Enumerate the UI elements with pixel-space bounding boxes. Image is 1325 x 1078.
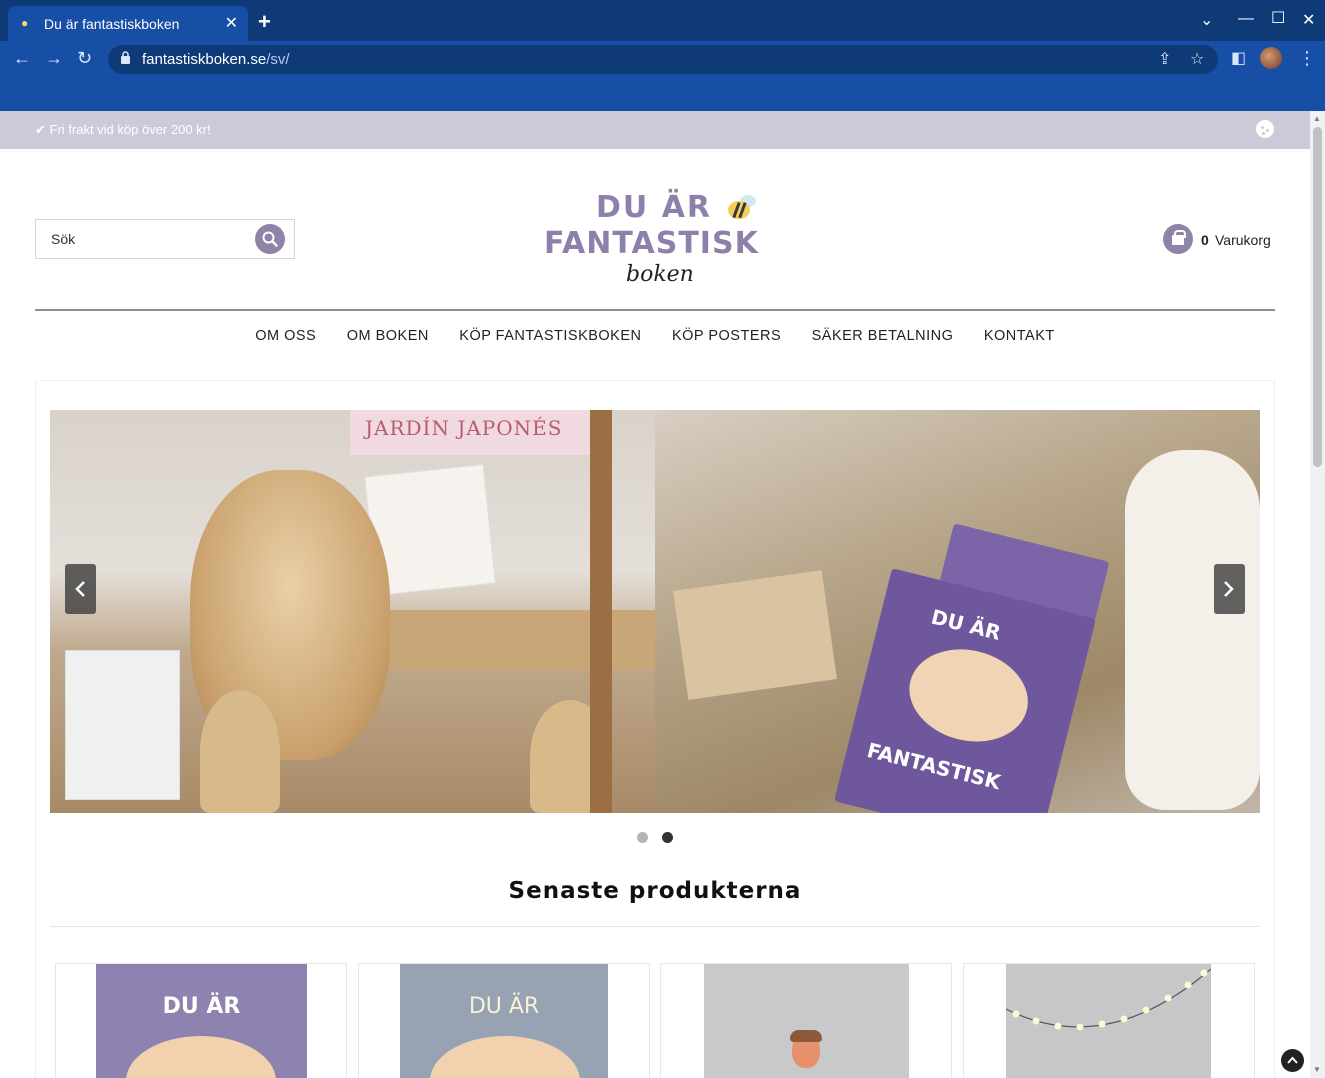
plush-bunny-shape [1125, 450, 1260, 810]
side-panel-icon[interactable]: ◧ [1231, 48, 1246, 68]
slider-prev-button[interactable] [65, 564, 96, 614]
slider-next-button[interactable] [1214, 564, 1245, 614]
product-card[interactable]: DU ÄR [358, 963, 650, 1078]
url-path: /sv/ [266, 51, 290, 68]
latest-products-title: Senaste produkterna [508, 878, 802, 904]
reload-icon[interactable]: ↻ [77, 48, 92, 69]
nav-item-om-boken[interactable]: OM BOKEN [347, 328, 429, 344]
nav-item-kop-posters[interactable]: KÖP POSTERS [672, 328, 781, 344]
cover-illustration [430, 1036, 580, 1078]
search-button[interactable] [255, 224, 285, 254]
logo-line-1: DU ÄR [596, 190, 713, 225]
promo-topbar: ✔ Fri frakt vid köp över 200 kr! [0, 111, 1310, 149]
product-card[interactable]: DU ÄR [55, 963, 347, 1078]
storage-bin-shape [65, 650, 180, 800]
chevron-up-icon [1287, 1056, 1298, 1064]
bookmark-star-icon[interactable]: ☆ [1190, 49, 1204, 69]
chevron-left-icon [75, 581, 85, 597]
book-title-top: DU ÄR [928, 604, 1004, 645]
cover-illustration [126, 1036, 276, 1078]
logo-line-3: boken [626, 262, 694, 287]
product-image[interactable] [704, 964, 909, 1078]
bee-icon: ● [21, 16, 29, 30]
wooden-blocks-shape [673, 570, 837, 700]
acorn-character-illustration [790, 1030, 822, 1068]
nav-item-saker-betalning[interactable]: SÄKER BETALNING [812, 328, 954, 344]
product-image[interactable] [1006, 964, 1211, 1078]
branch-shape [590, 410, 612, 813]
slider-dot-2[interactable] [662, 832, 673, 843]
chair-shape [200, 690, 280, 813]
new-tab-icon[interactable]: + [258, 9, 271, 35]
slide-photo-girl-reading: JARDÍN JAPONÉS [50, 410, 655, 813]
profile-avatar[interactable] [1260, 47, 1282, 69]
slide-photo-books: DU ÄR FANTASTISK [655, 410, 1260, 813]
tab-search-icon[interactable]: ⌄ [1200, 10, 1213, 30]
shopping-bag-icon [1163, 224, 1193, 254]
cover-text: DU ÄR [468, 994, 540, 1019]
chevron-right-icon [1224, 581, 1234, 597]
menu-kebab-icon[interactable]: ⋮ [1298, 48, 1316, 69]
browser-chrome: ● Du är fantastiskboken ✕ + ⌄ — ☐ ✕ ← → … [0, 0, 1325, 111]
free-shipping-message: ✔ Fri frakt vid köp över 200 kr! [35, 122, 211, 137]
search-box [35, 219, 295, 259]
scrollbar-thumb[interactable] [1313, 127, 1322, 467]
product-card[interactable] [660, 963, 952, 1078]
lock-icon [121, 51, 130, 64]
cookie-icon[interactable] [1256, 120, 1274, 138]
section-divider [50, 926, 1260, 927]
tab-strip: ● Du är fantastiskboken ✕ + ⌄ — ☐ ✕ [0, 0, 1325, 41]
cart-count: 0 [1201, 232, 1209, 248]
product-card[interactable] [963, 963, 1255, 1078]
book-illustration [899, 637, 1038, 754]
page-scrollbar[interactable]: ▲ ▼ [1310, 111, 1325, 1078]
maximize-icon[interactable]: ☐ [1271, 8, 1285, 28]
url-domain: fantastiskboken.se [142, 51, 267, 68]
nav-item-kontakt[interactable]: KONTAKT [984, 328, 1055, 344]
back-icon[interactable]: ← [13, 48, 31, 69]
search-input[interactable] [36, 220, 251, 258]
product-image[interactable]: DU ÄR [400, 964, 608, 1078]
share-icon[interactable]: ⇪ [1158, 49, 1171, 69]
hero-slider: JARDÍN JAPONÉS DU ÄR FANTASTISK [50, 410, 1260, 813]
forward-icon[interactable]: → [45, 48, 63, 69]
site-logo[interactable]: DU ÄR FANTASTISK boken [540, 186, 775, 296]
tab-title: Du är fantastiskboken [44, 16, 180, 32]
product-image[interactable]: DU ÄR [96, 964, 307, 1078]
nav-item-om-oss[interactable]: OM OSS [255, 328, 316, 344]
bee-icon [728, 195, 756, 219]
wall-sign-text: JARDÍN JAPONÉS [365, 416, 563, 440]
close-tab-icon[interactable]: ✕ [225, 13, 238, 33]
search-icon [262, 231, 278, 247]
close-window-icon[interactable]: ✕ [1302, 10, 1315, 30]
url-text: fantastiskboken.se/sv/ [142, 51, 290, 68]
back-to-top-button[interactable] [1281, 1049, 1304, 1072]
cart-label: Varukorg [1215, 232, 1271, 248]
book-title-bottom: FANTASTISK [864, 737, 1003, 795]
string-lights-illustration [1006, 968, 1211, 1031]
slider-dot-1[interactable] [637, 832, 648, 843]
cover-text: DU ÄR [162, 994, 241, 1019]
minimize-icon[interactable]: — [1238, 10, 1254, 28]
browser-tab[interactable]: ● Du är fantastiskboken ✕ [8, 6, 248, 41]
address-bar[interactable]: fantastiskboken.se/sv/ ⇪ ☆ [108, 45, 1218, 74]
logo-line-2: FANTASTISK [544, 226, 759, 261]
scroll-up-icon[interactable]: ▲ [1313, 114, 1321, 123]
scroll-down-icon[interactable]: ▼ [1313, 1065, 1321, 1074]
nav-item-kop-fantastiskboken[interactable]: KÖP FANTASTISKBOKEN [459, 328, 641, 344]
main-nav: OM OSS OM BOKEN KÖP FANTASTISKBOKEN KÖP … [0, 327, 1310, 345]
header-divider [35, 309, 1275, 311]
wall-sign: JARDÍN JAPONÉS [350, 410, 595, 455]
